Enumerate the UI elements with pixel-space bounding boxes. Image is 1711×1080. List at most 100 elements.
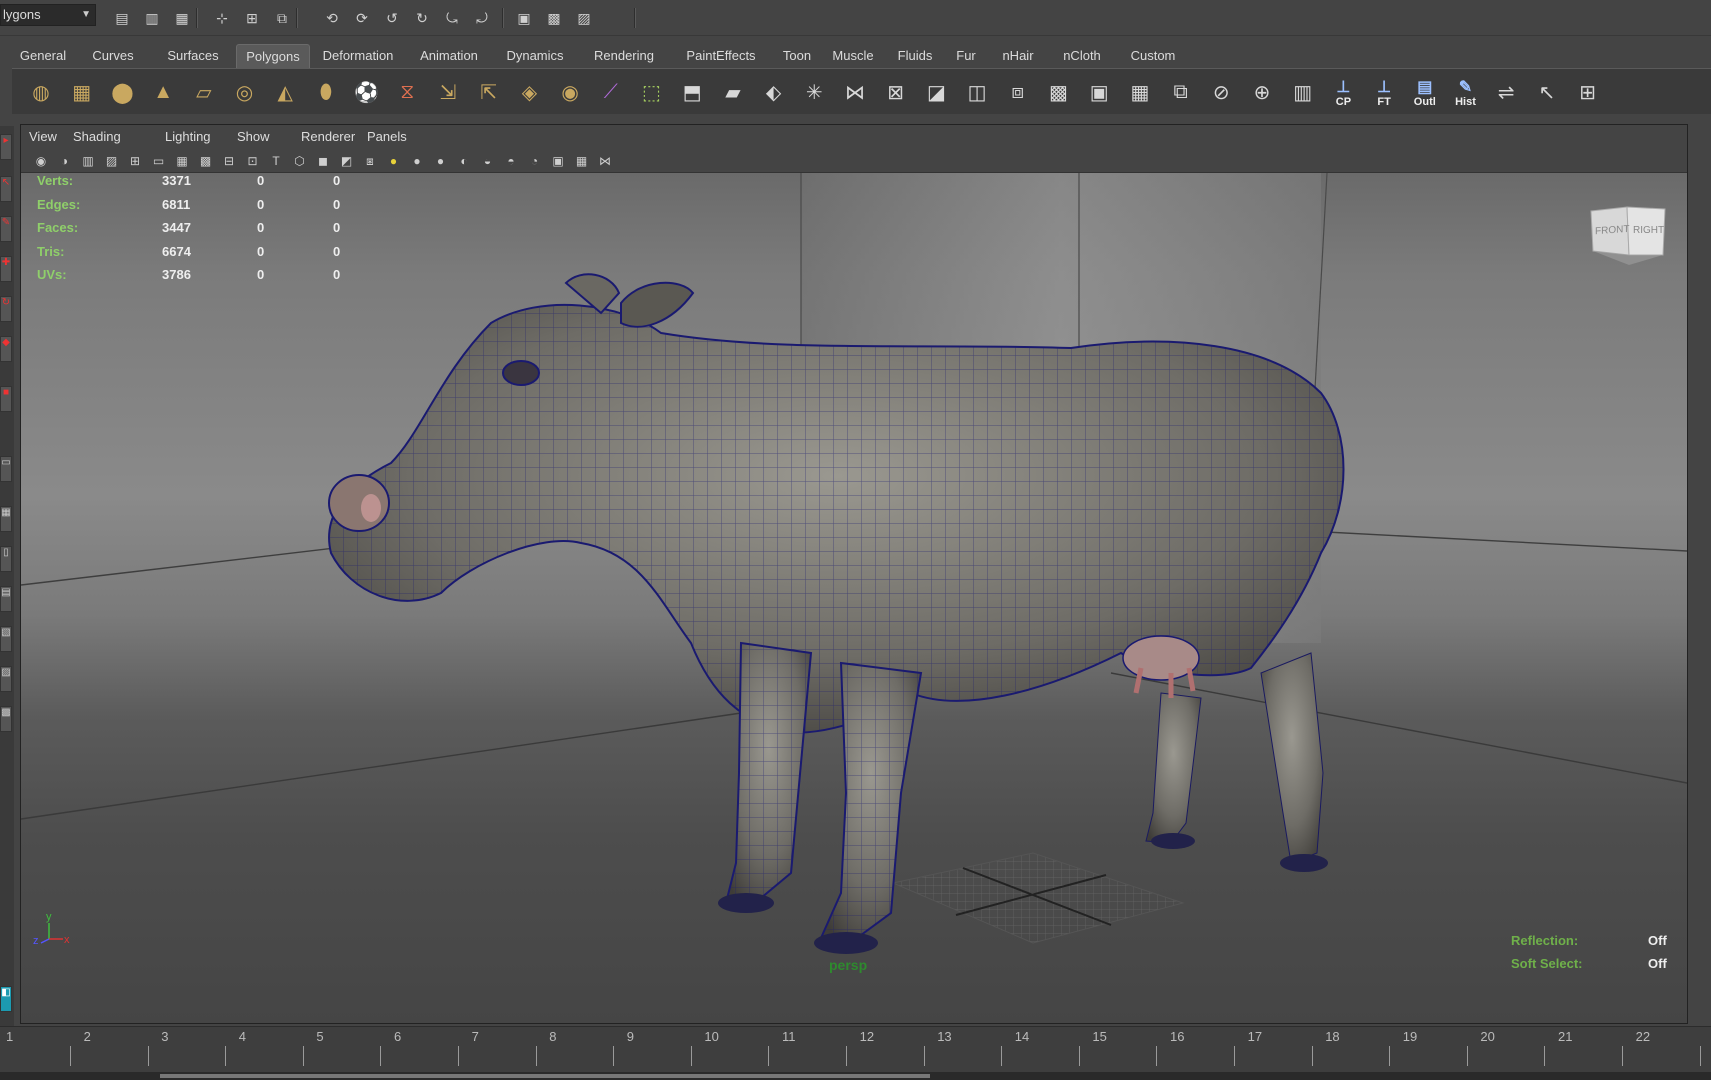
- snap-surface-icon[interactable]: ⤿: [442, 8, 462, 28]
- tab-animation[interactable]: Animation: [408, 44, 490, 68]
- panel-menu-show[interactable]: Show: [237, 129, 270, 144]
- panel-menu-lighting[interactable]: Lighting: [165, 129, 211, 144]
- render-settings-icon[interactable]: ▨: [574, 8, 594, 28]
- field-chart-icon[interactable]: ⊟: [221, 153, 237, 169]
- isolate-select-icon[interactable]: ◔: [527, 153, 543, 169]
- poly-cone-icon[interactable]: ▲: [146, 75, 180, 109]
- script-editor-icon[interactable]: ◧: [0, 986, 12, 1012]
- textured-icon[interactable]: ⧆: [362, 153, 378, 169]
- poly-pyramid-icon[interactable]: ◭: [268, 75, 302, 109]
- open-scene-icon[interactable]: ▥: [142, 8, 162, 28]
- gate-mask-icon[interactable]: ▩: [198, 153, 214, 169]
- save-scene-icon[interactable]: ▦: [172, 8, 192, 28]
- poly-soccerball-icon[interactable]: ⚽: [350, 75, 384, 109]
- combine-icon[interactable]: ⇲: [431, 75, 465, 109]
- image-plane-icon[interactable]: ▨: [104, 153, 120, 169]
- merge-icon[interactable]: ⋈: [838, 75, 872, 109]
- sew-uv-icon[interactable]: ⧉: [1164, 75, 1198, 109]
- center-pivot-icon[interactable]: ⊥ CP: [1326, 75, 1360, 109]
- select-tool-icon[interactable]: ▸: [0, 134, 12, 160]
- snap-grid-icon[interactable]: ⟲: [322, 8, 342, 28]
- bookmark-icon[interactable]: ▥: [80, 153, 96, 169]
- xray-icon[interactable]: ◐: [456, 153, 472, 169]
- smooth-shade-icon[interactable]: ◼: [315, 153, 331, 169]
- two-panel-icon[interactable]: ▣: [550, 153, 566, 169]
- xray-components-icon[interactable]: ◓: [503, 153, 519, 169]
- layout-single-icon[interactable]: ▭: [0, 456, 12, 482]
- split-polygon-icon[interactable]: ⟋: [594, 75, 628, 109]
- wedge-icon[interactable]: ⬖: [757, 75, 791, 109]
- panel-menu-renderer[interactable]: Renderer: [301, 129, 355, 144]
- perspective-viewport[interactable]: Verts: 3371 0 0 Edges: 6811 0 0 Faces: 3447 0 0 Tris…: [21, 173, 1687, 1023]
- poke-icon[interactable]: ✳: [797, 75, 831, 109]
- layout-uv-icon[interactable]: ▩: [0, 706, 12, 732]
- xray-joints-icon[interactable]: ◒: [480, 153, 496, 169]
- view-cube[interactable]: FRONT RIGHT: [1587, 203, 1669, 275]
- freeze-transform-icon[interactable]: ⊥ FT: [1367, 75, 1401, 109]
- tab-muscle[interactable]: Muscle: [824, 44, 882, 68]
- tab-surfaces[interactable]: Surfaces: [152, 44, 234, 68]
- tab-fur[interactable]: Fur: [948, 44, 984, 68]
- poly-plane-icon[interactable]: ▱: [187, 75, 221, 109]
- camera-attr-icon[interactable]: ◑: [57, 153, 73, 169]
- outliner-icon[interactable]: ▤ Outl: [1408, 75, 1442, 109]
- bevel-icon[interactable]: ◪: [919, 75, 953, 109]
- poly-torus-icon[interactable]: ◎: [228, 75, 262, 109]
- lasso-tool-icon[interactable]: ↖: [0, 176, 12, 202]
- history-icon[interactable]: ✎ Hist: [1449, 75, 1483, 109]
- range-slider-handle[interactable]: [160, 1074, 930, 1078]
- poly-helix-icon[interactable]: ⧖: [390, 75, 424, 109]
- select-hierarchy-icon[interactable]: ⊹: [212, 8, 232, 28]
- tab-deformation[interactable]: Deformation: [312, 44, 404, 68]
- ipr-render-icon[interactable]: ▩: [544, 8, 564, 28]
- tab-general[interactable]: General: [12, 44, 74, 68]
- bridge-icon[interactable]: ⬒: [675, 75, 709, 109]
- poly-sphere-icon[interactable]: ◍: [24, 75, 58, 109]
- tab-rendering[interactable]: Rendering: [580, 44, 668, 68]
- tab-toon[interactable]: Toon: [774, 44, 820, 68]
- tab-fluids[interactable]: Fluids: [886, 44, 944, 68]
- poly-cylinder-icon[interactable]: ⬤: [105, 75, 139, 109]
- layout-side-icon[interactable]: ▯: [0, 546, 12, 572]
- range-slider[interactable]: [0, 1072, 1711, 1080]
- cylindrical-map-icon[interactable]: ▣: [1082, 75, 1116, 109]
- snap-plane-icon[interactable]: ↻: [412, 8, 432, 28]
- poly-cube-icon[interactable]: ▦: [65, 75, 99, 109]
- tab-curves[interactable]: Curves: [78, 44, 148, 68]
- snap-point-icon[interactable]: ↺: [382, 8, 402, 28]
- wireframe-on-shaded-icon[interactable]: ◩: [339, 153, 355, 169]
- panel-menu-shading[interactable]: Shading: [73, 129, 121, 144]
- grid-toggle-icon[interactable]: ⊞: [127, 153, 143, 169]
- tab-custom[interactable]: Custom: [1116, 44, 1190, 68]
- planar-map-icon[interactable]: ▩: [1042, 75, 1076, 109]
- panel-menu-view[interactable]: View: [29, 129, 57, 144]
- shadows-icon[interactable]: ●: [433, 153, 449, 169]
- transfer-attributes-icon[interactable]: ⇌: [1489, 75, 1523, 109]
- collapse-icon[interactable]: ⊠: [879, 75, 913, 109]
- resolution-gate-icon[interactable]: ▦: [174, 153, 190, 169]
- render-view-icon[interactable]: ⤾: [472, 8, 492, 28]
- measure-icon[interactable]: ⊞: [1571, 75, 1605, 109]
- layout-graph-icon[interactable]: ▧: [0, 626, 12, 652]
- select-component-icon[interactable]: ⧉: [272, 8, 292, 28]
- safe-title-icon[interactable]: T: [268, 153, 284, 169]
- snap-curve-icon[interactable]: ⟳: [352, 8, 372, 28]
- unfold-uv-icon[interactable]: ⊕: [1245, 75, 1279, 109]
- smooth-proxy-icon[interactable]: ◈: [512, 75, 546, 109]
- film-gate-icon[interactable]: ▭: [151, 153, 167, 169]
- select-object-icon[interactable]: ⊞: [242, 8, 262, 28]
- rotate-tool-icon[interactable]: ↻: [0, 296, 12, 322]
- last-tool-icon[interactable]: ■: [0, 386, 12, 412]
- scale-tool-icon[interactable]: ◆: [0, 336, 12, 362]
- panel-menu-panels[interactable]: Panels: [367, 129, 407, 144]
- tab-dynamics[interactable]: Dynamics: [494, 44, 576, 68]
- safe-action-icon[interactable]: ⊡: [245, 153, 261, 169]
- duplicate-face-icon[interactable]: ⧈: [1001, 75, 1035, 109]
- move-tool-icon[interactable]: ✚: [0, 256, 12, 282]
- graph-icon[interactable]: ⋈: [597, 153, 613, 169]
- default-light-icon[interactable]: ●: [386, 153, 402, 169]
- tab-polygons[interactable]: Polygons: [236, 44, 310, 68]
- select-tool-icon[interactable]: ↖: [1530, 75, 1564, 109]
- tab-ncloth[interactable]: nCloth: [1052, 44, 1112, 68]
- camera-select-icon[interactable]: ◉: [33, 153, 49, 169]
